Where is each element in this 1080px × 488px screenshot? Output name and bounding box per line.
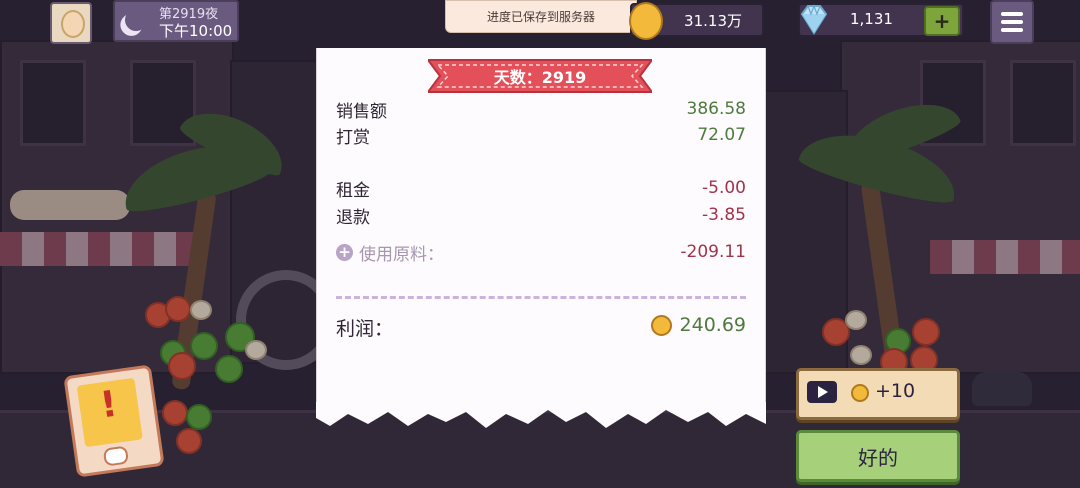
play-video-icon [807,381,837,403]
home-button-icon [102,445,130,467]
watch-ad-bonus-button[interactable]: +10 [796,368,960,420]
diamond-icon [800,4,828,35]
receipt-torn-edge [316,402,766,428]
plus-circle-icon[interactable]: + [336,243,353,261]
day-night-indicator: 第2919夜 下午10:00 [113,0,239,42]
coin-icon [650,314,672,336]
gem-amount: 1,131 [850,10,893,28]
save-toast: 进度已保存到服务器 [445,0,637,33]
ingredients-toggle[interactable]: + 使用原料： [336,240,444,265]
rent-label: 租金 [336,180,370,201]
ok-button[interactable]: 好的 [796,430,960,482]
ingredients-row[interactable]: + 使用原料： -209.11 [336,240,746,265]
refund-value: -3.85 [702,205,746,225]
coin-balance: 31.13万 [629,2,764,40]
coin-icon [851,384,869,402]
ad-reward-amount: +10 [875,380,916,402]
exclamation-icon: ! [97,383,120,427]
receipt-divider [336,296,746,299]
sales-label: 销售额 [336,101,387,122]
day-count-title: 天数：2919 [493,68,587,87]
add-gems-button[interactable]: + [924,6,960,36]
tips-row: 打赏 72.07 [336,123,746,148]
tips-label: 打赏 [336,127,370,148]
hamburger-menu-icon[interactable] [990,0,1034,44]
profit-label: 利润： [336,318,394,340]
game-clock: 下午10:00 [159,22,233,40]
rent-value: -5.00 [702,178,746,198]
coin-icon [629,2,663,40]
ingredients-value: -209.11 [680,242,746,262]
sales-value: 386.58 [686,99,746,119]
player-avatar[interactable] [50,2,92,44]
ingredients-label: 使用原料： [359,244,444,265]
coin-amount: 31.13万 [684,12,742,30]
alert-screen: ! [76,377,143,448]
tips-value: 72.07 [697,125,746,145]
profit-value: 240.69 [679,314,746,336]
alert-phone-card[interactable]: ! [63,364,165,478]
refund-label: 退款 [336,207,370,228]
profit-total: 240.69 [650,314,746,336]
refund-row: 退款 -3.85 [336,203,746,228]
sales-row: 销售额 386.58 [336,97,746,122]
avatar-face [61,10,85,38]
gem-balance: 1,131 + [798,3,964,37]
moon-icon [122,6,150,34]
rent-row: 租金 -5.00 [336,176,746,201]
